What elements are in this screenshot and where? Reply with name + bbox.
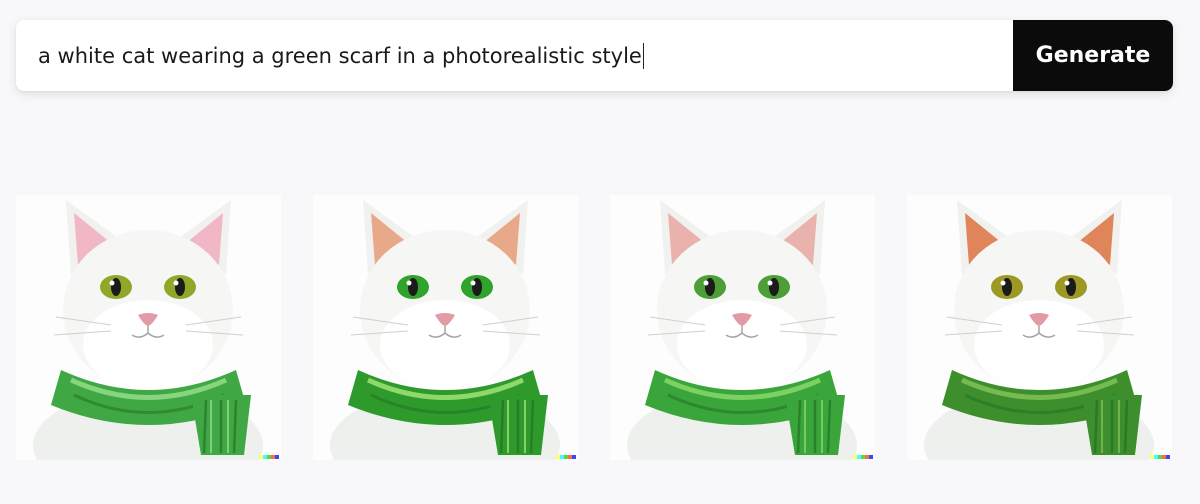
cat-illustration bbox=[16, 195, 281, 460]
result-image-4[interactable] bbox=[907, 195, 1172, 460]
text-caret bbox=[642, 42, 644, 69]
result-image-2[interactable] bbox=[313, 195, 578, 460]
watermark-color-strip bbox=[259, 455, 279, 459]
watermark-color-strip bbox=[1150, 455, 1170, 459]
watermark-swatch bbox=[572, 455, 576, 459]
generate-button[interactable]: Generate bbox=[1013, 20, 1173, 91]
cat-illustration bbox=[610, 195, 875, 460]
cat-illustration bbox=[313, 195, 578, 460]
prompt-bar: a white cat wearing a green scarf in a p… bbox=[16, 20, 1173, 91]
prompt-input[interactable]: a white cat wearing a green scarf in a p… bbox=[16, 20, 1013, 91]
prompt-text: a white cat wearing a green scarf in a p… bbox=[38, 43, 642, 68]
result-image-1[interactable] bbox=[16, 195, 281, 460]
watermark-swatch bbox=[1166, 455, 1170, 459]
watermark-color-strip bbox=[853, 455, 873, 459]
result-image-3[interactable] bbox=[610, 195, 875, 460]
watermark-swatch bbox=[275, 455, 279, 459]
watermark-swatch bbox=[869, 455, 873, 459]
cat-illustration bbox=[907, 195, 1172, 460]
watermark-color-strip bbox=[556, 455, 576, 459]
